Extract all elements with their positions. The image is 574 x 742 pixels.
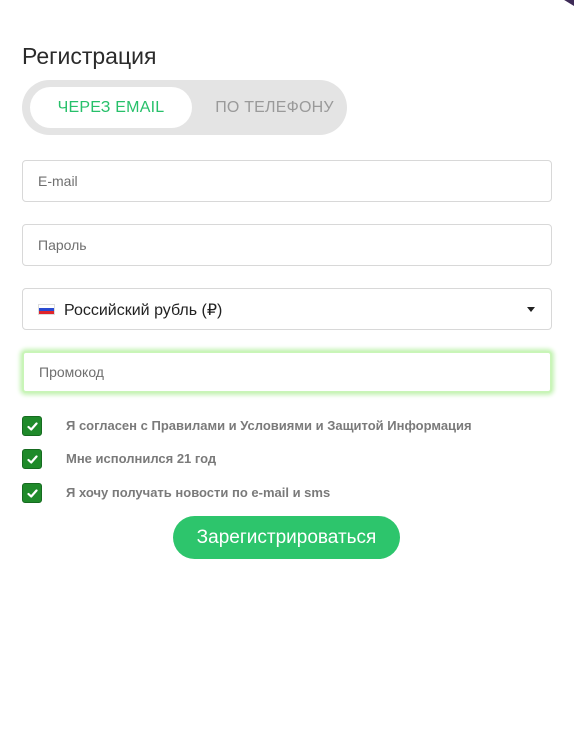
email-field-wrapper (22, 160, 552, 202)
checkmark-icon (27, 455, 38, 464)
newsletter-checkbox-label: Я хочу получать новости по e-mail и sms (66, 485, 331, 500)
register-button[interactable]: Зарегистрироваться (173, 516, 400, 559)
age-checkbox[interactable] (22, 449, 42, 469)
terms-checkbox[interactable] (22, 416, 42, 436)
currency-select[interactable]: Российский рубль (₽) (22, 288, 552, 330)
page-title: Регистрация (22, 43, 157, 69)
corner-decoration (564, 0, 574, 6)
tab-email[interactable]: ЧЕРЕЗ EMAIL (30, 87, 192, 128)
promo-field-wrapper (22, 351, 552, 393)
password-field-wrapper (22, 224, 552, 266)
age-checkbox-label: Мне исполнился 21 год (66, 451, 217, 466)
registration-method-switch: ЧЕРЕЗ EMAIL ПО ТЕЛЕФОНУ (22, 80, 347, 135)
promo-code-field[interactable] (24, 353, 550, 391)
tab-phone[interactable]: ПО ТЕЛЕФОНУ (192, 87, 357, 128)
email-field[interactable] (23, 161, 551, 201)
newsletter-checkbox[interactable] (22, 483, 42, 503)
caret-down-icon (527, 307, 535, 312)
checkmark-icon (27, 422, 38, 431)
password-field[interactable] (23, 225, 551, 265)
terms-checkbox-label: Я согласен с Правилами и Условиями и Защ… (66, 418, 472, 433)
currency-select-value: Российский рубль (₽) (64, 302, 223, 319)
checkmark-icon (27, 489, 38, 498)
russia-flag-icon (38, 304, 55, 315)
